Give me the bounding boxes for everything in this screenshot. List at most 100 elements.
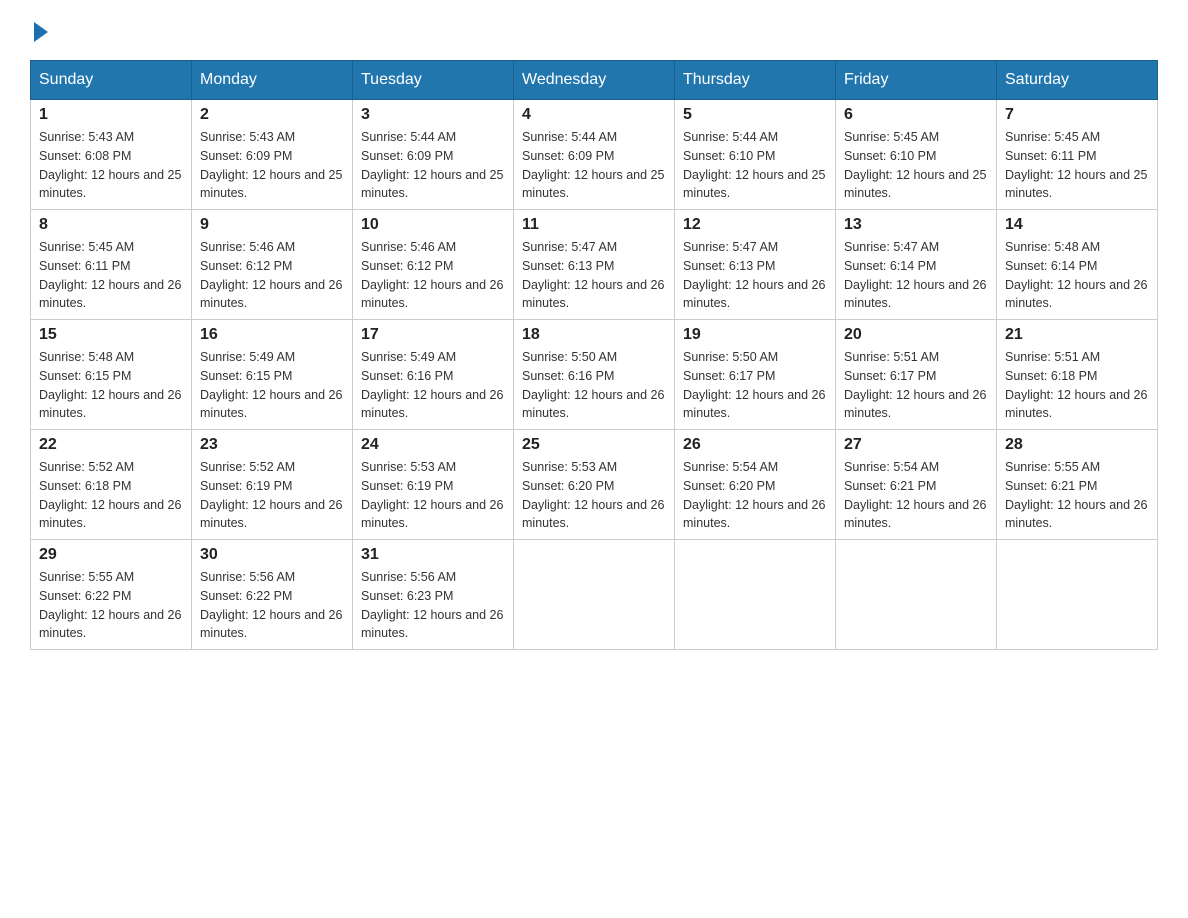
day-info: Sunrise: 5:55 AMSunset: 6:21 PMDaylight:… xyxy=(1005,458,1149,533)
calendar-day-cell: 23 Sunrise: 5:52 AMSunset: 6:19 PMDaylig… xyxy=(192,430,353,540)
calendar-day-cell: 20 Sunrise: 5:51 AMSunset: 6:17 PMDaylig… xyxy=(836,320,997,430)
day-info: Sunrise: 5:44 AMSunset: 6:09 PMDaylight:… xyxy=(361,128,505,203)
day-info: Sunrise: 5:47 AMSunset: 6:14 PMDaylight:… xyxy=(844,238,988,313)
calendar-day-cell xyxy=(675,540,836,650)
day-info: Sunrise: 5:43 AMSunset: 6:08 PMDaylight:… xyxy=(39,128,183,203)
day-number: 24 xyxy=(361,436,505,454)
calendar-week-row: 15 Sunrise: 5:48 AMSunset: 6:15 PMDaylig… xyxy=(31,320,1158,430)
day-number: 14 xyxy=(1005,216,1149,234)
calendar-body: 1 Sunrise: 5:43 AMSunset: 6:08 PMDayligh… xyxy=(31,100,1158,650)
calendar-day-cell: 2 Sunrise: 5:43 AMSunset: 6:09 PMDayligh… xyxy=(192,100,353,210)
calendar-day-cell: 28 Sunrise: 5:55 AMSunset: 6:21 PMDaylig… xyxy=(997,430,1158,540)
day-number: 26 xyxy=(683,436,827,454)
calendar-day-cell: 11 Sunrise: 5:47 AMSunset: 6:13 PMDaylig… xyxy=(514,210,675,320)
calendar-day-cell: 12 Sunrise: 5:47 AMSunset: 6:13 PMDaylig… xyxy=(675,210,836,320)
calendar-day-cell xyxy=(514,540,675,650)
calendar-day-cell: 24 Sunrise: 5:53 AMSunset: 6:19 PMDaylig… xyxy=(353,430,514,540)
day-info: Sunrise: 5:52 AMSunset: 6:19 PMDaylight:… xyxy=(200,458,344,533)
calendar-day-cell: 14 Sunrise: 5:48 AMSunset: 6:14 PMDaylig… xyxy=(997,210,1158,320)
calendar-week-row: 1 Sunrise: 5:43 AMSunset: 6:08 PMDayligh… xyxy=(31,100,1158,210)
calendar-table: SundayMondayTuesdayWednesdayThursdayFrid… xyxy=(30,60,1158,650)
day-info: Sunrise: 5:49 AMSunset: 6:16 PMDaylight:… xyxy=(361,348,505,423)
weekday-header-cell: Friday xyxy=(836,61,997,100)
day-info: Sunrise: 5:43 AMSunset: 6:09 PMDaylight:… xyxy=(200,128,344,203)
day-info: Sunrise: 5:46 AMSunset: 6:12 PMDaylight:… xyxy=(200,238,344,313)
day-info: Sunrise: 5:44 AMSunset: 6:10 PMDaylight:… xyxy=(683,128,827,203)
day-number: 22 xyxy=(39,436,183,454)
day-info: Sunrise: 5:51 AMSunset: 6:17 PMDaylight:… xyxy=(844,348,988,423)
calendar-day-cell: 13 Sunrise: 5:47 AMSunset: 6:14 PMDaylig… xyxy=(836,210,997,320)
weekday-header-cell: Monday xyxy=(192,61,353,100)
calendar-day-cell: 29 Sunrise: 5:55 AMSunset: 6:22 PMDaylig… xyxy=(31,540,192,650)
day-info: Sunrise: 5:54 AMSunset: 6:20 PMDaylight:… xyxy=(683,458,827,533)
calendar-week-row: 8 Sunrise: 5:45 AMSunset: 6:11 PMDayligh… xyxy=(31,210,1158,320)
calendar-day-cell: 6 Sunrise: 5:45 AMSunset: 6:10 PMDayligh… xyxy=(836,100,997,210)
calendar-day-cell: 21 Sunrise: 5:51 AMSunset: 6:18 PMDaylig… xyxy=(997,320,1158,430)
calendar-day-cell: 31 Sunrise: 5:56 AMSunset: 6:23 PMDaylig… xyxy=(353,540,514,650)
day-number: 17 xyxy=(361,326,505,344)
calendar-day-cell: 27 Sunrise: 5:54 AMSunset: 6:21 PMDaylig… xyxy=(836,430,997,540)
day-info: Sunrise: 5:54 AMSunset: 6:21 PMDaylight:… xyxy=(844,458,988,533)
day-number: 29 xyxy=(39,546,183,564)
day-number: 5 xyxy=(683,106,827,124)
day-number: 8 xyxy=(39,216,183,234)
day-number: 15 xyxy=(39,326,183,344)
weekday-header-cell: Saturday xyxy=(997,61,1158,100)
calendar-day-cell: 16 Sunrise: 5:49 AMSunset: 6:15 PMDaylig… xyxy=(192,320,353,430)
calendar-day-cell: 4 Sunrise: 5:44 AMSunset: 6:09 PMDayligh… xyxy=(514,100,675,210)
day-info: Sunrise: 5:56 AMSunset: 6:23 PMDaylight:… xyxy=(361,568,505,643)
day-number: 1 xyxy=(39,106,183,124)
calendar-day-cell xyxy=(997,540,1158,650)
day-info: Sunrise: 5:52 AMSunset: 6:18 PMDaylight:… xyxy=(39,458,183,533)
calendar-day-cell: 19 Sunrise: 5:50 AMSunset: 6:17 PMDaylig… xyxy=(675,320,836,430)
weekday-header-cell: Thursday xyxy=(675,61,836,100)
calendar-day-cell: 9 Sunrise: 5:46 AMSunset: 6:12 PMDayligh… xyxy=(192,210,353,320)
day-info: Sunrise: 5:50 AMSunset: 6:16 PMDaylight:… xyxy=(522,348,666,423)
day-number: 21 xyxy=(1005,326,1149,344)
day-number: 12 xyxy=(683,216,827,234)
day-info: Sunrise: 5:56 AMSunset: 6:22 PMDaylight:… xyxy=(200,568,344,643)
page-header xyxy=(30,20,1158,40)
day-number: 28 xyxy=(1005,436,1149,454)
calendar-day-cell: 7 Sunrise: 5:45 AMSunset: 6:11 PMDayligh… xyxy=(997,100,1158,210)
day-number: 20 xyxy=(844,326,988,344)
day-number: 16 xyxy=(200,326,344,344)
day-number: 27 xyxy=(844,436,988,454)
logo-arrow-icon xyxy=(34,22,48,42)
calendar-day-cell: 30 Sunrise: 5:56 AMSunset: 6:22 PMDaylig… xyxy=(192,540,353,650)
calendar-day-cell: 15 Sunrise: 5:48 AMSunset: 6:15 PMDaylig… xyxy=(31,320,192,430)
day-number: 13 xyxy=(844,216,988,234)
day-info: Sunrise: 5:44 AMSunset: 6:09 PMDaylight:… xyxy=(522,128,666,203)
weekday-header-cell: Sunday xyxy=(31,61,192,100)
day-number: 11 xyxy=(522,216,666,234)
calendar-week-row: 22 Sunrise: 5:52 AMSunset: 6:18 PMDaylig… xyxy=(31,430,1158,540)
weekday-header-row: SundayMondayTuesdayWednesdayThursdayFrid… xyxy=(31,61,1158,100)
day-number: 23 xyxy=(200,436,344,454)
calendar-day-cell: 8 Sunrise: 5:45 AMSunset: 6:11 PMDayligh… xyxy=(31,210,192,320)
day-info: Sunrise: 5:48 AMSunset: 6:14 PMDaylight:… xyxy=(1005,238,1149,313)
day-info: Sunrise: 5:53 AMSunset: 6:19 PMDaylight:… xyxy=(361,458,505,533)
day-number: 7 xyxy=(1005,106,1149,124)
calendar-day-cell: 22 Sunrise: 5:52 AMSunset: 6:18 PMDaylig… xyxy=(31,430,192,540)
day-info: Sunrise: 5:47 AMSunset: 6:13 PMDaylight:… xyxy=(522,238,666,313)
calendar-day-cell: 1 Sunrise: 5:43 AMSunset: 6:08 PMDayligh… xyxy=(31,100,192,210)
calendar-day-cell xyxy=(836,540,997,650)
logo xyxy=(30,20,48,40)
calendar-day-cell: 25 Sunrise: 5:53 AMSunset: 6:20 PMDaylig… xyxy=(514,430,675,540)
day-number: 4 xyxy=(522,106,666,124)
calendar-day-cell: 3 Sunrise: 5:44 AMSunset: 6:09 PMDayligh… xyxy=(353,100,514,210)
day-info: Sunrise: 5:49 AMSunset: 6:15 PMDaylight:… xyxy=(200,348,344,423)
day-number: 31 xyxy=(361,546,505,564)
day-number: 6 xyxy=(844,106,988,124)
day-number: 2 xyxy=(200,106,344,124)
day-info: Sunrise: 5:53 AMSunset: 6:20 PMDaylight:… xyxy=(522,458,666,533)
day-info: Sunrise: 5:55 AMSunset: 6:22 PMDaylight:… xyxy=(39,568,183,643)
day-number: 19 xyxy=(683,326,827,344)
day-number: 9 xyxy=(200,216,344,234)
day-info: Sunrise: 5:48 AMSunset: 6:15 PMDaylight:… xyxy=(39,348,183,423)
day-number: 10 xyxy=(361,216,505,234)
calendar-day-cell: 26 Sunrise: 5:54 AMSunset: 6:20 PMDaylig… xyxy=(675,430,836,540)
day-number: 30 xyxy=(200,546,344,564)
day-number: 25 xyxy=(522,436,666,454)
day-info: Sunrise: 5:47 AMSunset: 6:13 PMDaylight:… xyxy=(683,238,827,313)
